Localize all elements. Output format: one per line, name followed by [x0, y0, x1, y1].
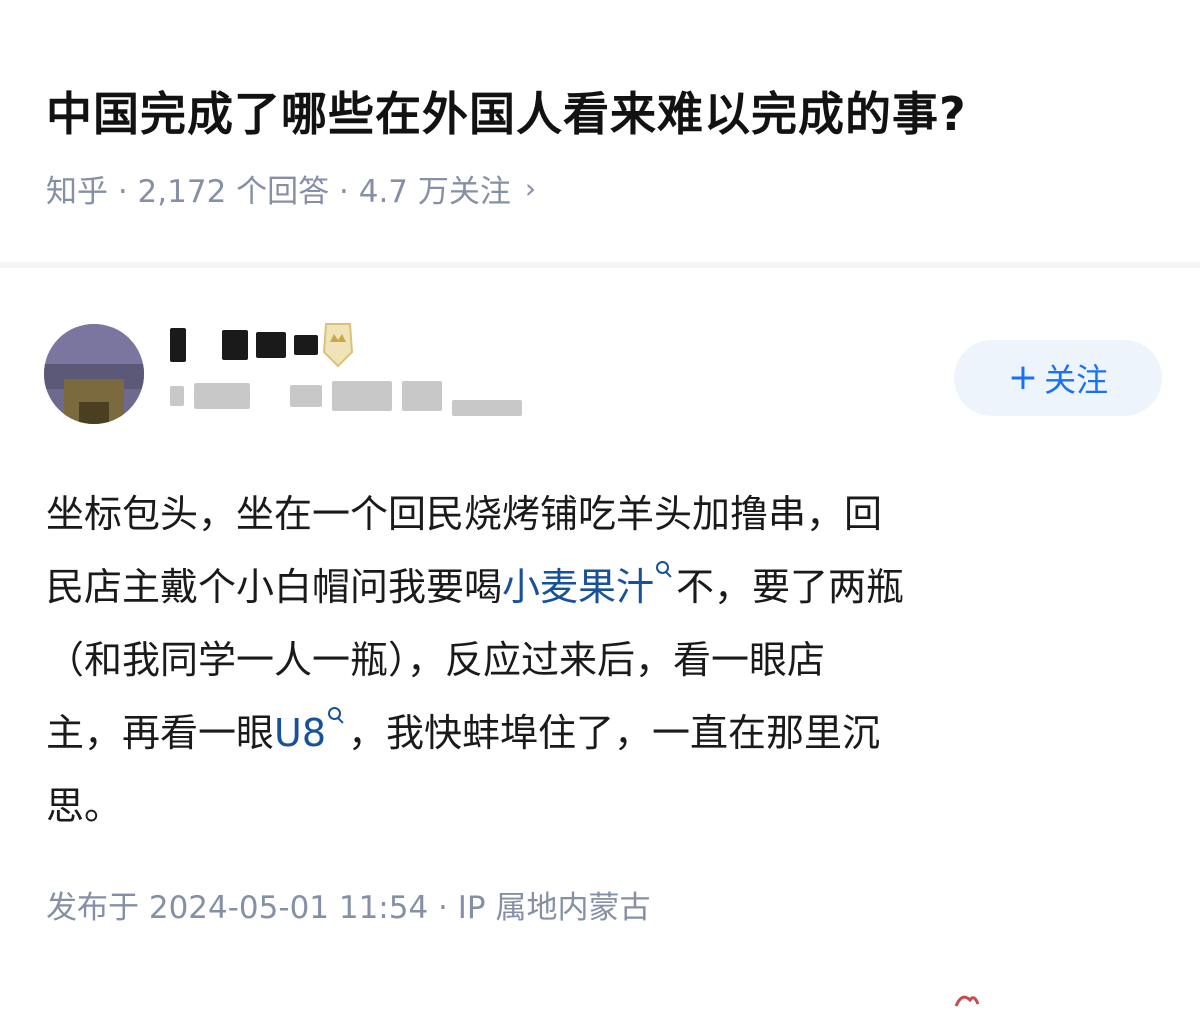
question-meta-text: 知乎 · 2,172 个回答 · 4.7 万关注: [46, 174, 511, 210]
search-icon[interactable]: [656, 561, 674, 579]
search-link-wheat-juice[interactable]: 小麦果汁: [502, 565, 654, 609]
avatar[interactable]: [44, 324, 144, 424]
answer-line: 民店主戴个小白帽问我要喝小麦果汁 不，要了两瓶: [46, 551, 1156, 624]
follow-label: 关注: [1044, 361, 1109, 399]
question-meta[interactable]: 知乎 · 2,172 个回答 · 4.7 万关注 ›: [46, 166, 536, 211]
author-bio-redacted: [170, 378, 522, 416]
author-row: + 关注: [0, 290, 1200, 450]
answer-body: 坐标包头，坐在一个回民烧烤铺吃羊头加撸串，回 民店主戴个小白帽问我要喝小麦果汁不…: [46, 478, 1156, 843]
watermark-icon: [954, 995, 980, 1007]
follow-button[interactable]: + 关注: [954, 340, 1162, 416]
chevron-right-icon: ›: [524, 172, 537, 205]
answer-line: 坐标包头，坐在一个回民烧烤铺吃羊头加撸串，回: [46, 492, 883, 536]
author-name-redacted[interactable]: [170, 323, 318, 367]
badge-icon: [322, 323, 354, 368]
section-divider: [0, 262, 1200, 268]
search-link-u8[interactable]: U8: [274, 711, 326, 755]
publish-info: 发布于 2024-05-01 11:54 · IP 属地内蒙古: [46, 890, 651, 926]
question-header: 中国完成了哪些在外国人看来难以完成的事? 知乎 · 2,172 个回答 · 4.…: [0, 0, 1200, 262]
question-title[interactable]: 中国完成了哪些在外国人看来难以完成的事?: [46, 78, 967, 144]
answer-line: 思。: [46, 784, 123, 828]
answer-line: （和我同学一人一瓶），反应过来后，看一眼店: [46, 638, 826, 682]
answer-line: 主，再看一眼U8 ，我快蚌埠住了，一直在那里沉: [46, 697, 1156, 770]
search-icon[interactable]: [328, 707, 346, 725]
plus-icon: +: [1007, 357, 1039, 398]
